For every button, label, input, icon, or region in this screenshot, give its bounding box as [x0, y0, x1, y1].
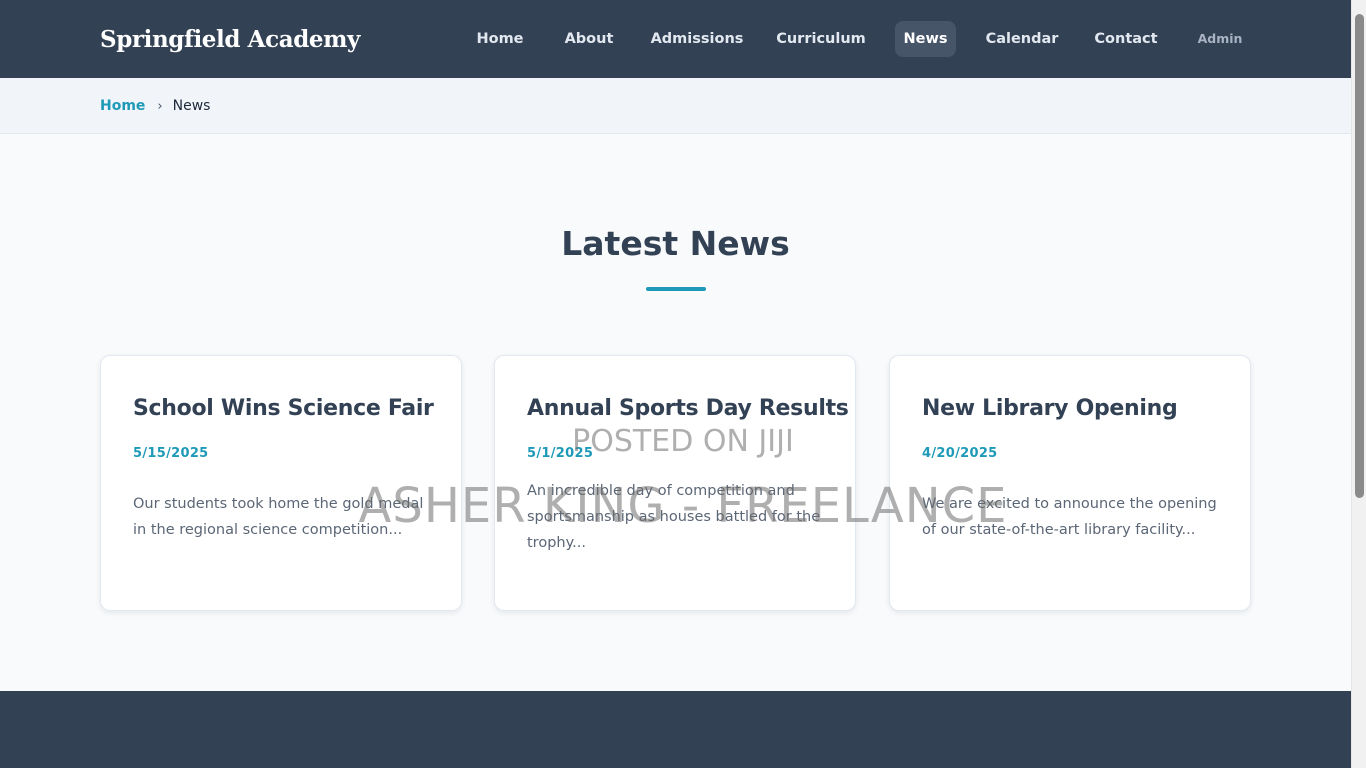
page-title: Latest News — [561, 224, 790, 263]
page: Springfield Academy Home About Admission… — [0, 0, 1366, 768]
news-card-excerpt: We are excited to announce the opening o… — [922, 496, 1217, 538]
news-card-excerpt: An incredible day of competition and spo… — [527, 483, 821, 551]
news-card-date: 5/1/2025 — [527, 446, 594, 461]
nav-item-home[interactable]: Home — [465, 21, 535, 57]
news-card-title[interactable]: New Library Opening — [922, 394, 1178, 424]
nav-item-admissions[interactable]: Admissions — [645, 21, 749, 57]
nav-item-about[interactable]: About — [555, 21, 623, 57]
breadcrumb-current: News — [172, 98, 211, 114]
site-logo[interactable]: Springfield Academy — [100, 24, 360, 56]
nav-item-calendar[interactable]: Calendar — [978, 21, 1066, 57]
breadcrumb: Home › News — [100, 96, 210, 117]
site-footer — [0, 691, 1351, 768]
breadcrumb-separator: › — [157, 99, 163, 114]
news-card-excerpt: Our students took home the gold medal in… — [133, 496, 424, 538]
vertical-scrollbar[interactable] — [1351, 0, 1366, 768]
news-card-title[interactable]: School Wins Science Fair — [133, 394, 434, 424]
news-card-title[interactable]: Annual Sports Day Results — [527, 394, 849, 424]
breadcrumb-bar: Home › News — [0, 78, 1351, 134]
news-card[interactable]: School Wins Science Fair 5/15/2025 Our s… — [100, 355, 462, 611]
news-card-date: 5/15/2025 — [133, 446, 209, 461]
nav-item-admin[interactable]: Admin — [1190, 21, 1250, 57]
news-card-date: 4/20/2025 — [922, 446, 998, 461]
news-card[interactable]: Annual Sports Day Results 5/1/2025 An in… — [494, 355, 856, 611]
nav-item-curriculum[interactable]: Curriculum — [770, 21, 872, 57]
title-underline — [646, 287, 706, 291]
scrollbar-thumb[interactable] — [1355, 14, 1364, 498]
news-card[interactable]: New Library Opening 4/20/2025 We are exc… — [889, 355, 1251, 611]
nav-item-news[interactable]: News — [895, 21, 956, 57]
site-header: Springfield Academy Home About Admission… — [0, 0, 1351, 78]
breadcrumb-home-link[interactable]: Home — [100, 98, 145, 114]
nav-item-contact[interactable]: Contact — [1086, 21, 1166, 57]
